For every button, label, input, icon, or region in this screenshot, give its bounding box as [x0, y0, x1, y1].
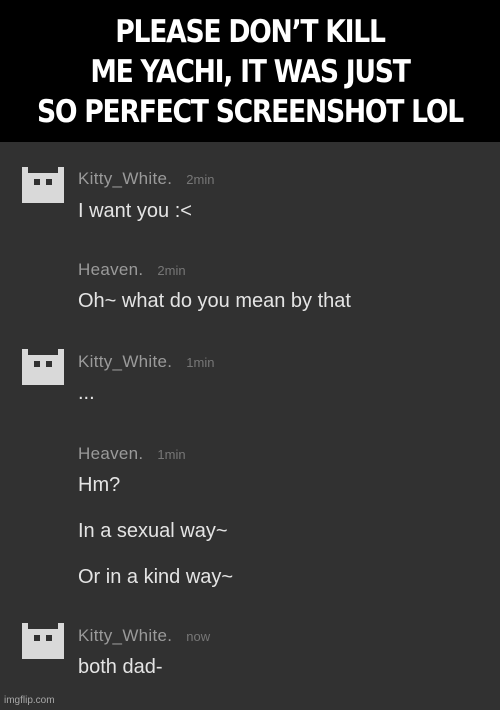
timestamp: 1min	[157, 447, 186, 462]
caption-line-3: SO PERFECT SCREENSHOT LOL	[37, 94, 464, 130]
chat-panel: Kitty_White. 2min I want you :< Heaven. 2m…	[0, 142, 500, 710]
username[interactable]: Kitty_White.	[78, 626, 172, 645]
message-text: In a sexual way~	[78, 520, 228, 542]
username[interactable]: Heaven.	[78, 260, 143, 279]
meme-caption: PLEASE DON’T KILL ME YACHI, IT WAS JUST …	[0, 0, 500, 142]
username[interactable]: Heaven.	[78, 444, 143, 463]
timestamp: 1min	[186, 355, 215, 370]
message-text: both dad-	[78, 656, 163, 678]
caption-line-2: ME YACHI, IT WAS JUST	[90, 54, 410, 90]
message-header: Heaven. 1min	[78, 444, 186, 464]
message-text: Hm?	[78, 474, 121, 496]
message-text: Or in a kind way~	[78, 566, 234, 588]
message-header: Kitty_White. now	[78, 626, 210, 646]
avatar[interactable]	[22, 164, 64, 206]
imgflip-watermark: imgflip.com	[4, 695, 55, 706]
avatar[interactable]	[22, 346, 64, 388]
message-header: Kitty_White. 1min	[78, 352, 214, 372]
message-text: ...	[78, 382, 95, 404]
timestamp: 2min	[157, 263, 186, 278]
timestamp: now	[186, 629, 211, 644]
username[interactable]: Kitty_White.	[78, 352, 172, 371]
avatar[interactable]	[22, 620, 64, 662]
timestamp: 2min	[186, 172, 215, 187]
message-header: Kitty_White. 2min	[78, 169, 214, 189]
pixel-cat-icon	[22, 623, 64, 659]
message-text: I want you :<	[78, 200, 192, 222]
message-header: Heaven. 2min	[78, 260, 186, 280]
pixel-cat-icon	[22, 349, 64, 385]
caption-line-1: PLEASE DON’T KILL	[115, 14, 386, 50]
message-text: Oh~ what do you mean by that	[78, 290, 351, 312]
username[interactable]: Kitty_White.	[78, 169, 172, 188]
caption-text: PLEASE DON’T KILL ME YACHI, IT WAS JUST …	[35, 12, 465, 132]
pixel-cat-icon	[22, 167, 64, 203]
